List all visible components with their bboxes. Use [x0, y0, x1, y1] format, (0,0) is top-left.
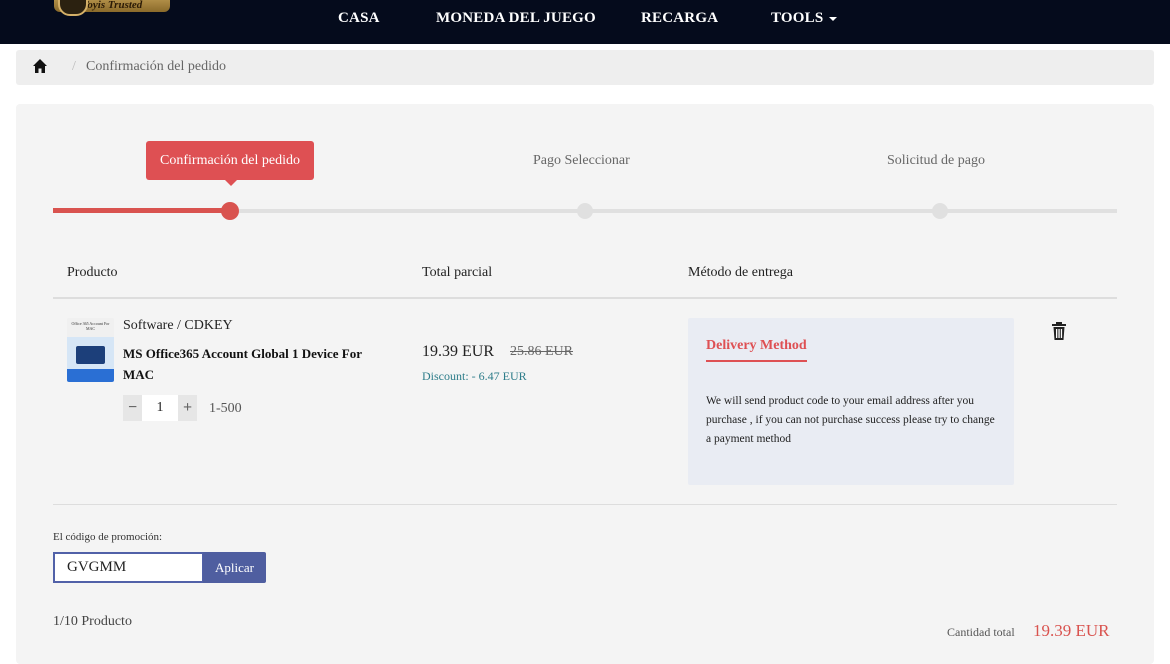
product-name[interactable]: MS Office365 Account Global 1 Device For…	[123, 343, 378, 385]
header-subtotal: Total parcial	[422, 265, 493, 280]
promo-code-input[interactable]	[53, 552, 204, 583]
quantity-value[interactable]: 1	[142, 395, 178, 421]
breadcrumb: / Confirmación del pedido	[16, 50, 1154, 85]
nav-item-casa[interactable]: CASA	[338, 10, 380, 27]
breadcrumb-current: Confirmación del pedido	[86, 59, 226, 74]
apply-promo-button[interactable]: Aplicar	[203, 552, 266, 583]
product-category: Software / CDKEY	[123, 318, 233, 333]
progress-dot-step-1	[221, 202, 239, 220]
caret-down-icon	[829, 16, 838, 21]
header-product: Producto	[67, 265, 118, 280]
logo-badge-icon	[58, 0, 88, 16]
step-pointer	[224, 179, 238, 186]
step-payment-request: Solicitud de pago	[887, 153, 985, 168]
nav-item-tools[interactable]: TOOLS	[771, 10, 838, 27]
nav-item-tools-label: TOOLS	[771, 10, 824, 26]
progress-dot-step-2	[577, 203, 593, 219]
top-navbar: Toyis Trusted CASA MONEDA DEL JUEGO RECA…	[0, 0, 1170, 44]
quantity-stepper: − 1 +	[123, 395, 197, 421]
delivery-method-title: Delivery Method	[706, 338, 807, 362]
product-price: 19.39 EUR	[422, 343, 494, 360]
step-confirmation: Confirmación del pedido	[146, 141, 314, 180]
nav-item-recarga[interactable]: RECARGA	[641, 10, 718, 27]
step-payment-select: Pago Seleccionar	[533, 153, 630, 168]
product-thumbnail[interactable]: Office 365 Account For MAC	[67, 318, 114, 382]
header-delivery-method: Método de entrega	[688, 265, 793, 280]
delivery-method-text: We will send product code to your email …	[706, 395, 995, 445]
trash-icon[interactable]	[1051, 322, 1067, 340]
total-label: Cantidad total	[947, 625, 1015, 639]
product-divider	[53, 504, 1117, 505]
product-discount: Discount: - 6.47 EUR	[422, 369, 527, 383]
header-divider	[53, 297, 1117, 299]
product-count: 1/10 Producto	[53, 614, 132, 629]
home-icon[interactable]	[32, 58, 48, 74]
product-old-price: 25.86 EUR	[510, 344, 573, 359]
nav-item-moneda[interactable]: MONEDA DEL JUEGO	[436, 10, 596, 27]
quantity-range: 1-500	[209, 401, 242, 416]
quantity-increment-button[interactable]: +	[178, 395, 197, 421]
promo-code-label: El código de promoción:	[53, 531, 163, 543]
progress-fill	[53, 208, 230, 213]
delivery-method-box: Delivery Method We will send product cod…	[688, 318, 1014, 485]
quantity-decrement-button[interactable]: −	[123, 395, 142, 421]
total-value: 19.39 EUR	[1033, 621, 1110, 640]
progress-dot-step-3	[932, 203, 948, 219]
product-thumbnail-text: Office 365 Account For MAC	[71, 321, 110, 331]
breadcrumb-separator: /	[72, 59, 76, 74]
laptop-icon	[76, 346, 105, 364]
